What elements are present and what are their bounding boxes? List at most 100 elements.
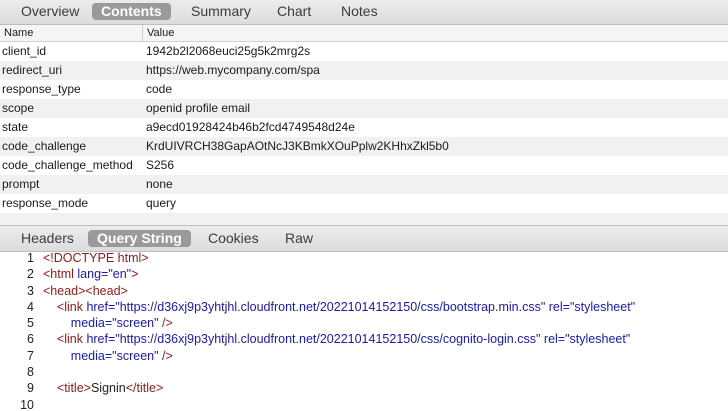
table-row[interactable]: response_type code [0, 80, 728, 99]
tab-cookies[interactable]: Cookies [199, 230, 268, 247]
table-row[interactable]: client_id 1942b2l2068euci25g5k2mrg2s [0, 42, 728, 61]
tab-notes[interactable]: Notes [332, 3, 387, 20]
code-line: 5 media="screen" /> [0, 316, 728, 332]
code-line: 10 [0, 398, 728, 411]
code-token: "en" [108, 267, 132, 282]
param-value: code [146, 82, 173, 96]
tab-chart[interactable]: Chart [268, 3, 320, 20]
code-token: <title> [56, 381, 91, 396]
code-token: <link [56, 299, 87, 314]
column-header-name[interactable]: Name [4, 27, 33, 39]
param-name: prompt [2, 177, 40, 191]
code-text: <link href="https://d36xj9p3yhtjhl.cloud… [43, 300, 635, 314]
param-name: scope [2, 101, 35, 115]
code-line: 8 [0, 365, 728, 381]
code-text: <title>Signin</title> [43, 381, 163, 395]
code-text: media="screen" /> [43, 316, 173, 330]
code-token: "stylesheet" [569, 299, 636, 314]
code-token: rel= [548, 299, 570, 314]
line-number: 1 [27, 251, 34, 265]
code-line: 2 <html lang="en"> [0, 267, 728, 283]
code-token: <html [43, 267, 78, 282]
top-tab-bar: Overview Contents Summary Chart Notes [0, 0, 728, 25]
code-token: Signin [90, 381, 126, 396]
line-number: 6 [27, 332, 34, 347]
line-number: 3 [27, 283, 34, 298]
table-header: Name Value [0, 25, 728, 42]
table-row[interactable]: scope openid profile email [0, 99, 728, 118]
tab-contents[interactable]: Contents [92, 3, 171, 20]
table-row[interactable]: state a9ecd01928424b46b2fcd4749548d24e [0, 118, 728, 137]
code-token: "https://d36xj9p3yhtjhl.cloudfront.net/2… [115, 299, 546, 314]
code-text: <!DOCTYPE html> [43, 251, 149, 265]
tab-raw[interactable]: Raw [276, 230, 322, 247]
param-value: none [146, 177, 173, 191]
code-line: 1 <!DOCTYPE html> [0, 251, 728, 267]
code-token: /> [158, 316, 173, 331]
table-row[interactable]: code_challenge KrdUIVRCH38GapAOtNcJ3KBmk… [0, 137, 728, 156]
code-text: <head><head> [43, 284, 128, 298]
param-name: client_id [2, 44, 47, 58]
column-divider[interactable] [142, 25, 143, 42]
code-token: "https://d36xj9p3yhtjhl.cloudfront.net/2… [115, 332, 541, 347]
detail-tab-bar: Headers Query String Cookies Raw [0, 225, 728, 252]
code-token: href= [86, 332, 116, 347]
param-value: 1942b2l2068euci25g5k2mrg2s [146, 44, 311, 58]
code-line: 4 <link href="https://d36xj9p3yhtjhl.clo… [0, 300, 728, 316]
code-text: <link href="https://d36xj9p3yhtjhl.cloud… [43, 332, 630, 346]
tab-overview[interactable]: Overview [12, 3, 88, 20]
line-number: 10 [20, 397, 34, 411]
code-token: <!DOCTYPE html> [43, 251, 149, 265]
code-token: "stylesheet" [565, 332, 631, 347]
query-params-table: client_id 1942b2l2068euci25g5k2mrg2s red… [0, 42, 728, 213]
line-number: 4 [27, 299, 34, 314]
column-header-value[interactable]: Value [147, 27, 174, 39]
param-value: a9ecd01928424b46b2fcd4749548d24e [146, 120, 355, 134]
param-value: query [146, 196, 177, 210]
param-value: openid profile email [146, 101, 251, 115]
code-token: <link [56, 332, 87, 347]
source-code-view[interactable]: 1 <!DOCTYPE html> 2 <html lang="en"> 3 <head>… [0, 251, 728, 411]
param-name: redirect_uri [2, 63, 63, 77]
line-number: 2 [27, 267, 34, 282]
code-line: 9 <title>Signin</title> [0, 381, 728, 397]
line-number: 9 [27, 381, 34, 396]
table-row[interactable]: response_mode query [0, 194, 728, 213]
line-number: 8 [27, 365, 34, 380]
param-value: KrdUIVRCH38GapAOtNcJ3KBmkXOuPplw2KHhxZkl… [146, 139, 449, 153]
param-name: code_challenge [2, 139, 87, 153]
table-row[interactable]: code_challenge_method S256 [0, 156, 728, 175]
param-value: S256 [146, 158, 175, 172]
code-line: 7 media="screen" /> [0, 349, 728, 365]
code-token: /> [158, 348, 173, 363]
line-number: 5 [27, 316, 34, 331]
param-value: https://web.mycompany.com/spa [146, 63, 320, 77]
line-number: 7 [27, 348, 34, 363]
param-name: response_mode [2, 196, 89, 210]
code-token: <head><head> [43, 283, 128, 298]
code-token: "screen" [112, 348, 159, 363]
code-token: lang= [77, 267, 109, 282]
param-name: code_challenge_method [2, 158, 133, 172]
table-row[interactable]: prompt none [0, 175, 728, 194]
code-line: 3 <head><head> [0, 284, 728, 300]
code-token: </title> [125, 381, 164, 396]
code-token: rel= [543, 332, 566, 347]
table-empty-row [0, 213, 728, 225]
param-name: state [2, 120, 29, 134]
tab-query-string[interactable]: Query String [88, 230, 191, 247]
code-token: href= [86, 299, 116, 314]
code-text: <html lang="en"> [43, 267, 138, 281]
code-token: media= [70, 348, 113, 363]
table-row[interactable]: redirect_uri https://web.mycompany.com/s… [0, 61, 728, 80]
code-line: 6 <link href="https://d36xj9p3yhtjhl.clo… [0, 332, 728, 348]
tab-headers[interactable]: Headers [12, 230, 83, 247]
code-token: "screen" [112, 316, 159, 331]
tab-summary[interactable]: Summary [182, 3, 260, 20]
param-name: response_type [2, 82, 81, 96]
